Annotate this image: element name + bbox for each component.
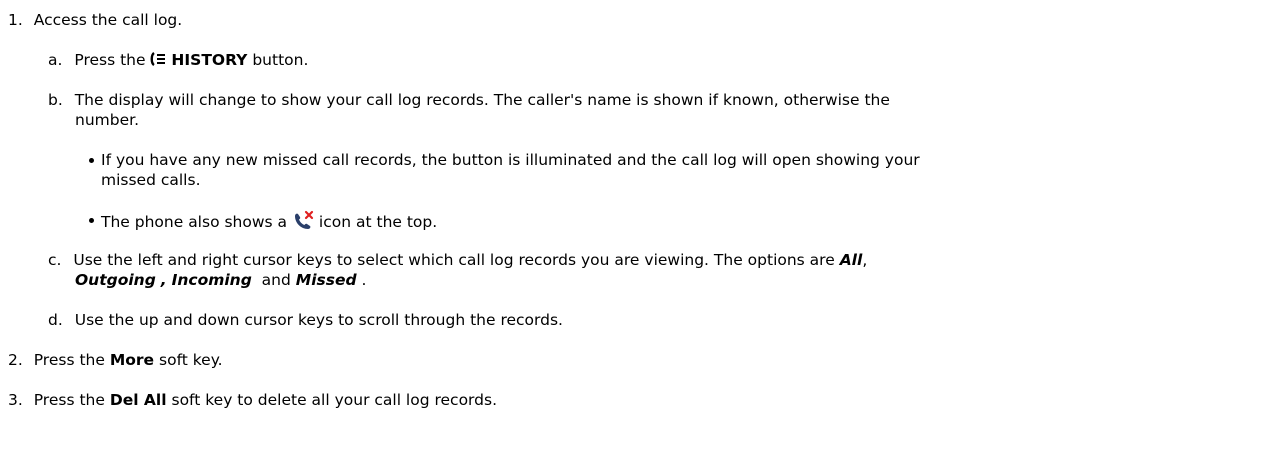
- comma: ,: [862, 251, 868, 269]
- step-text-post: soft key.: [159, 351, 223, 369]
- substep-1b: b. The display will change to show your …: [48, 90, 890, 110]
- bullet-text-pre: The phone also shows a: [101, 213, 288, 231]
- bullet-item-1: If you have any new missed call records,…: [89, 150, 920, 170]
- substep-text-line1: Use the left and right cursor keys to se…: [73, 251, 835, 269]
- substep-text-post: button.: [252, 51, 309, 69]
- and-text: and: [261, 271, 291, 289]
- period: .: [361, 271, 367, 289]
- substep-letter: b.: [48, 91, 63, 109]
- missed-call-icon: [292, 210, 314, 230]
- bullet-dot: [89, 218, 94, 223]
- substep-letter: a.: [48, 51, 63, 69]
- bullet-text-line2: missed calls.: [101, 171, 201, 189]
- history-button-label: HISTORY: [171, 51, 248, 69]
- substep-letter: c.: [48, 251, 62, 269]
- history-icon: [150, 51, 166, 66]
- substep-1b-line2: number.: [75, 110, 139, 130]
- bullet-dot: [89, 158, 94, 163]
- substep-text-pre: Press the: [74, 51, 146, 69]
- step-text-pre: Press the: [33, 391, 105, 409]
- step-number: 3.: [8, 391, 23, 409]
- option-all: All: [839, 251, 863, 269]
- substep-text: Use the up and down cursor keys to scrol…: [74, 311, 563, 329]
- substep-1c-line2: Outgoing , Incoming and Missed .: [75, 270, 366, 290]
- step-text-post: soft key to delete all your call log rec…: [171, 391, 498, 409]
- option-incoming: Incoming: [171, 271, 252, 289]
- step-3: 3. Press the Del All soft key to delete …: [8, 390, 497, 410]
- more-soft-key-label: More: [109, 351, 155, 369]
- del-all-soft-key-label: Del All: [109, 391, 167, 409]
- bullet-text-post: icon at the top.: [318, 213, 438, 231]
- step-number: 1.: [8, 11, 23, 29]
- step-number: 2.: [8, 351, 23, 369]
- step-text-pre: Press the: [33, 351, 105, 369]
- comma-italic: ,: [160, 271, 167, 289]
- step-1: 1. Access the call log.: [8, 10, 182, 30]
- option-missed: Missed: [295, 271, 357, 289]
- substep-1d: d. Use the up and down cursor keys to sc…: [48, 310, 563, 330]
- step-text: Access the call log.: [33, 11, 183, 29]
- option-outgoing: Outgoing: [75, 271, 156, 289]
- substep-text-line1: The display will change to show your cal…: [74, 91, 890, 109]
- substep-1c: c. Use the left and right cursor keys to…: [48, 250, 867, 270]
- step-2: 2. Press the More soft key.: [8, 350, 223, 370]
- bullet-text-line1: If you have any new missed call records,…: [101, 151, 920, 169]
- substep-letter: d.: [48, 311, 63, 329]
- bullet-item-1-line2: missed calls.: [101, 170, 201, 190]
- bullet-item-2: The phone also shows a icon at the top.: [89, 210, 438, 232]
- substep-1a: a. Press the HISTORY button.: [48, 50, 308, 70]
- substep-text-line2: number.: [75, 111, 139, 129]
